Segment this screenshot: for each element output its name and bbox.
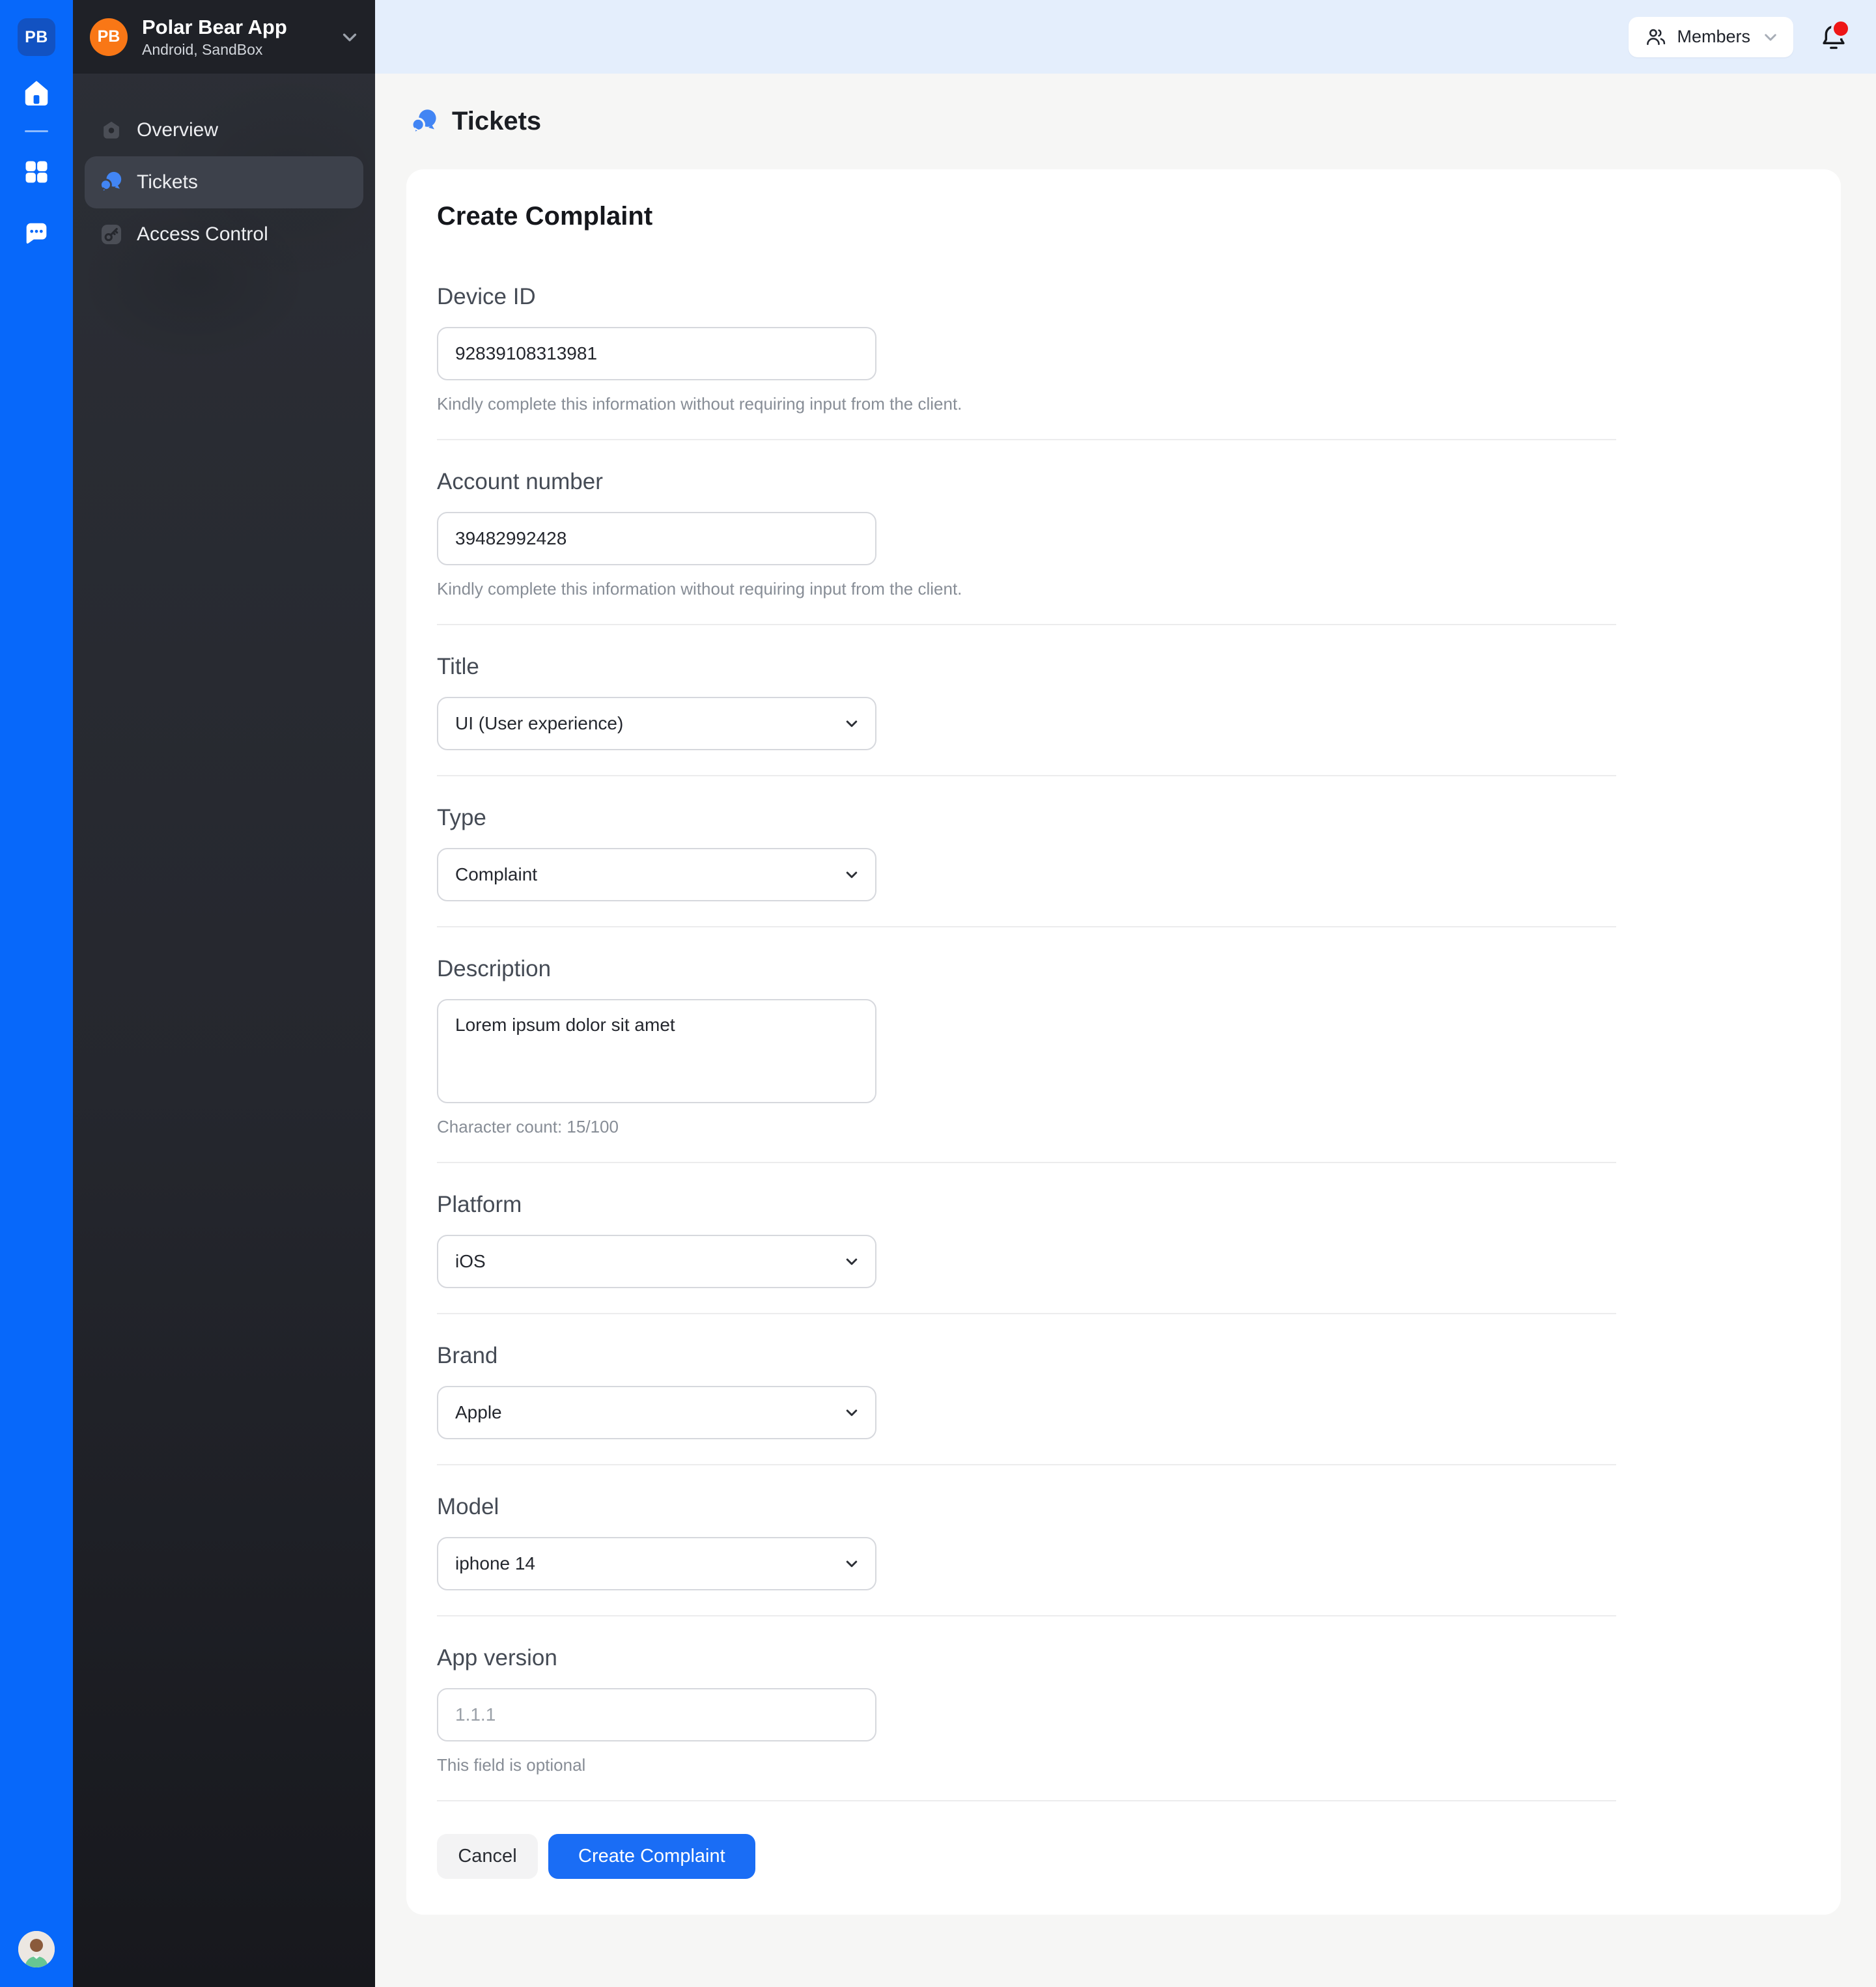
- section-divider: [437, 439, 1616, 440]
- account-number-label: Account number: [437, 468, 1810, 496]
- section-divider: [437, 1313, 1616, 1314]
- section-divider: [437, 1464, 1616, 1465]
- chat-icon[interactable]: [20, 218, 53, 251]
- create-complaint-card: Create Complaint Device ID Kindly comple…: [406, 169, 1841, 1915]
- device-id-helper: Kindly complete this information without…: [437, 393, 1810, 414]
- section-divider: [437, 926, 1616, 927]
- members-label: Members: [1677, 27, 1750, 47]
- topbar: Members: [375, 0, 1876, 74]
- create-complaint-button[interactable]: Create Complaint: [548, 1834, 755, 1879]
- description-textarea[interactable]: Lorem ipsum dolor sit amet: [437, 999, 876, 1103]
- main-area: Members Tickets Cr: [375, 0, 1876, 1987]
- app-version-input[interactable]: [437, 1688, 876, 1741]
- type-select-value: Complaint: [455, 864, 537, 885]
- sidebar-nav: Overview Tickets: [73, 104, 375, 261]
- platform-select-value: iOS: [455, 1251, 486, 1272]
- account-number-helper: Kindly complete this information without…: [437, 578, 1810, 599]
- notifications-bell-icon[interactable]: [1818, 21, 1849, 53]
- user-avatar[interactable]: [18, 1931, 55, 1967]
- app-version-helper: This field is optional: [437, 1754, 1810, 1775]
- rail-divider: [25, 130, 48, 132]
- title-label: Title: [437, 653, 1810, 681]
- form-actions: Cancel Create Complaint: [437, 1834, 1810, 1879]
- members-button[interactable]: Members: [1629, 17, 1793, 57]
- overview-icon: [99, 118, 124, 143]
- form-heading: Create Complaint: [437, 201, 1810, 232]
- sidebar-item-label: Overview: [137, 119, 218, 141]
- tickets-icon: [99, 170, 124, 195]
- chevron-down-icon: [844, 716, 860, 731]
- app-meta: Android, SandBox: [142, 40, 340, 59]
- section-divider: [437, 775, 1616, 776]
- model-label: Model: [437, 1493, 1810, 1521]
- cancel-button[interactable]: Cancel: [437, 1834, 538, 1879]
- platform-select[interactable]: iOS: [437, 1235, 876, 1288]
- platform-label: Platform: [437, 1191, 1810, 1219]
- device-id-input[interactable]: [437, 327, 876, 380]
- section-divider: [437, 1800, 1616, 1801]
- chevron-down-icon: [844, 1405, 860, 1420]
- sidebar-item-overview[interactable]: Overview: [85, 104, 363, 156]
- sidebar-item-access-control[interactable]: Access Control: [85, 208, 363, 261]
- model-select[interactable]: iphone 14: [437, 1537, 876, 1590]
- description-label: Description: [437, 955, 1810, 983]
- sidebar-item-label: Access Control: [137, 223, 268, 246]
- chevron-down-icon: [340, 27, 359, 47]
- title-select-value: UI (User experience): [455, 713, 623, 734]
- tickets-brand-icon: [410, 107, 439, 136]
- workspace-switcher[interactable]: PB Polar Bear App Android, SandBox: [73, 0, 375, 74]
- notification-dot: [1831, 19, 1851, 38]
- device-id-label: Device ID: [437, 283, 1810, 311]
- sidebar-item-tickets[interactable]: Tickets: [85, 156, 363, 208]
- brand-select[interactable]: Apple: [437, 1386, 876, 1439]
- app-version-label: App version: [437, 1644, 1810, 1672]
- title-select[interactable]: UI (User experience): [437, 697, 876, 750]
- brand-select-value: Apple: [455, 1402, 502, 1423]
- account-number-input[interactable]: [437, 512, 876, 565]
- character-count: Character count: 15/100: [437, 1116, 1810, 1137]
- chevron-down-icon: [844, 1556, 860, 1571]
- chevron-down-icon: [844, 867, 860, 882]
- home-icon[interactable]: [20, 77, 53, 109]
- users-icon: [1644, 25, 1668, 49]
- apps-grid-icon[interactable]: [20, 156, 53, 188]
- app-name: Polar Bear App: [142, 15, 340, 39]
- brand-label: Brand: [437, 1342, 1810, 1370]
- section-divider: [437, 1615, 1616, 1616]
- section-divider: [437, 624, 1616, 625]
- access-control-icon: [99, 222, 124, 247]
- sidebar: PB Polar Bear App Android, SandBox Overv…: [73, 0, 375, 1987]
- type-select[interactable]: Complaint: [437, 848, 876, 901]
- app-avatar: PB: [90, 18, 128, 56]
- section-divider: [437, 1162, 1616, 1163]
- workspace-logo[interactable]: PB: [18, 18, 55, 56]
- chevron-down-icon: [1762, 29, 1779, 46]
- chevron-down-icon: [844, 1254, 860, 1269]
- sidebar-item-label: Tickets: [137, 171, 198, 193]
- model-select-value: iphone 14: [455, 1553, 535, 1574]
- app-rail: PB: [0, 0, 73, 1987]
- page-title: Tickets: [452, 107, 541, 136]
- page-header: Tickets: [375, 74, 1876, 169]
- type-label: Type: [437, 804, 1810, 832]
